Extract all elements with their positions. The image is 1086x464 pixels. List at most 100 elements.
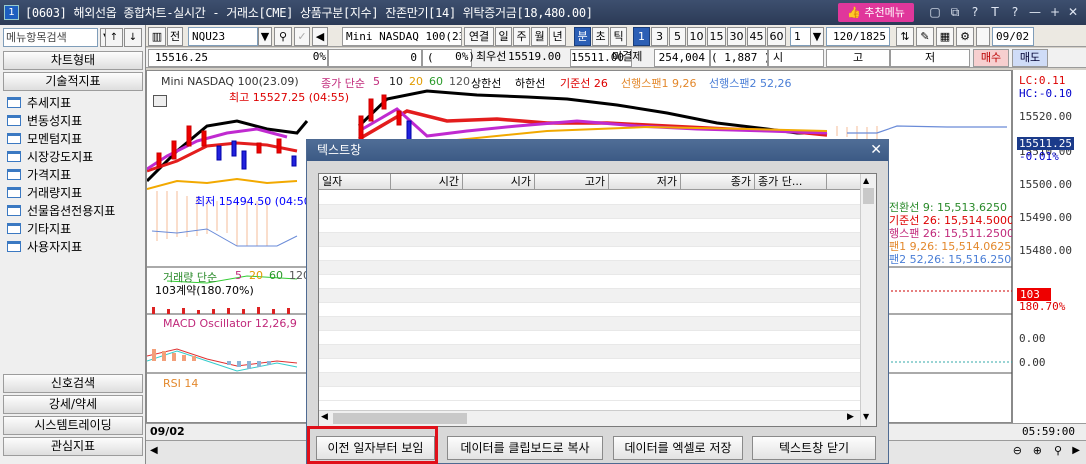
col-high[interactable]: 고가	[535, 174, 609, 190]
help-icon[interactable]: ?	[968, 5, 982, 19]
zoom-icon[interactable]: ⚲	[1054, 444, 1062, 457]
interval-60-button[interactable]: 60	[767, 27, 786, 46]
tree-item-futures[interactable]: 선물옵션전용지표	[7, 201, 115, 219]
scroll-down-icon[interactable]: ▼	[863, 412, 869, 421]
restore-icon[interactable]: ⧉	[948, 5, 962, 19]
interval-5-button[interactable]: 5	[669, 27, 686, 46]
col-low[interactable]: 저가	[609, 174, 681, 190]
table-icon[interactable]	[153, 95, 167, 107]
chart-form-header[interactable]: 차트형태	[3, 51, 143, 70]
col-close[interactable]: 종가	[681, 174, 755, 190]
period-minute-button[interactable]: 분	[574, 27, 591, 46]
interval-30-button[interactable]: 30	[727, 27, 746, 46]
interval-3-button[interactable]: 3	[651, 27, 668, 46]
search-up-button[interactable]: ↑	[105, 28, 123, 47]
maximize-icon[interactable]: +	[1048, 5, 1062, 19]
tree-item-momentum[interactable]: 모멘텀지표	[7, 129, 82, 147]
tech-indicator-header[interactable]: 기술적지표	[3, 72, 143, 91]
period-week-button[interactable]: 주	[513, 27, 530, 46]
scroll-thumb[interactable]	[863, 188, 874, 204]
minimize-icon[interactable]: —	[1028, 5, 1042, 19]
tree-item-user[interactable]: 사용자지표	[7, 237, 82, 255]
signal-search-header[interactable]: 신호검색	[3, 374, 143, 393]
scroll-left-icon[interactable]: ◀	[150, 445, 158, 456]
tree-item-trend[interactable]: 추세지표	[7, 93, 71, 111]
text-window-dialog: 텍스트창 ✕ 일자 시간 시가 고가 저가 종가 종가 단... ▲ ▼ ◀ ▶…	[306, 139, 889, 464]
unit-dropdown-icon[interactable]: ▼	[810, 27, 824, 46]
recommend-menu-button[interactable]: 👍 추천메뉴	[838, 3, 914, 22]
window-icon[interactable]: ▢	[928, 5, 942, 19]
hscroll-thumb[interactable]	[333, 413, 467, 424]
period-tick-button[interactable]: 틱	[610, 27, 627, 46]
draw-icon[interactable]: ✎	[916, 27, 934, 46]
hscroll-right-icon[interactable]: ▶	[847, 412, 854, 422]
col-date[interactable]: 일자	[319, 174, 391, 190]
system-trading-header[interactable]: 시스템트레이딩	[3, 416, 143, 435]
data-grid[interactable]: 일자 시간 시가 고가 저가 종가 종가 단... ▲ ▼ ◀ ▶	[318, 173, 877, 427]
date-input[interactable]: 09/02	[992, 27, 1034, 46]
ma-120: 120	[449, 75, 470, 88]
grid-icon[interactable]: ▦	[936, 27, 954, 46]
count-input[interactable]: 120/1825	[826, 27, 890, 46]
contracts-label: 103계약(180.70%)	[155, 284, 254, 297]
menu-search-input[interactable]: 메뉴항목검색	[3, 28, 98, 47]
period-link-button[interactable]: 연결	[464, 27, 494, 46]
period-second-button[interactable]: 초	[592, 27, 609, 46]
chart-icon[interactable]: ▥	[148, 27, 166, 46]
interval-45-button[interactable]: 45	[747, 27, 766, 46]
favorite-indicator-header[interactable]: 관심지표	[3, 437, 143, 456]
scale-15490: 15490.00	[1019, 211, 1072, 224]
toggle-icon[interactable]: ✓	[294, 27, 310, 46]
save-excel-button[interactable]: 데이터를 엑셀로 저장	[613, 436, 743, 460]
pin-icon[interactable]: ?	[1008, 5, 1022, 19]
current-price-tag: 15511.25	[1017, 137, 1074, 150]
dialog-close-icon[interactable]: ✕	[870, 140, 882, 161]
zoom-in-icon[interactable]: ⊕	[1033, 444, 1042, 457]
code-dropdown-icon[interactable]: ▼	[258, 27, 272, 46]
period-year-button[interactable]: 년	[549, 27, 566, 46]
tree-item-price[interactable]: 가격지표	[7, 165, 71, 183]
copy-clipboard-button[interactable]: 데이터를 클립보드로 복사	[447, 436, 603, 460]
settings-icon[interactable]: ⚙	[956, 27, 974, 46]
compare-icon[interactable]: ⇅	[896, 27, 914, 46]
scroll-up-icon[interactable]: ▲	[863, 176, 869, 185]
strength-header[interactable]: 강세/약세	[3, 395, 143, 414]
scale-15500: 15500.00	[1019, 178, 1072, 191]
text-icon[interactable]: T	[988, 5, 1002, 19]
zoom-out-icon[interactable]: ⊖	[1013, 444, 1022, 457]
period-day-button[interactable]: 일	[495, 27, 512, 46]
date-checkbox[interactable]	[976, 27, 990, 46]
search-down-button[interactable]: ↓	[124, 28, 142, 47]
tree-item-volume[interactable]: 거래량지표	[7, 183, 82, 201]
close-text-window-button[interactable]: 텍스트창 닫기	[752, 436, 876, 460]
period-month-button[interactable]: 월	[531, 27, 548, 46]
hscroll-left-icon[interactable]: ◀	[321, 412, 328, 422]
axis-date: 09/02	[150, 425, 185, 438]
interval-10-button[interactable]: 10	[687, 27, 706, 46]
tree-item-volatility[interactable]: 변동성지표	[7, 111, 82, 129]
sound-icon[interactable]: ◀	[312, 27, 328, 46]
interval-1-button[interactable]: 1	[633, 27, 650, 46]
folder-icon	[7, 168, 21, 180]
code-input[interactable]: NQU23	[188, 27, 258, 46]
grid-vscroll[interactable]: ▲ ▼	[860, 174, 876, 426]
dialog-title: 텍스트창 ✕	[307, 140, 888, 161]
tree-item-etc[interactable]: 기타지표	[7, 219, 71, 237]
sell-button[interactable]: 매도	[1012, 49, 1048, 67]
grid-hscroll[interactable]: ◀ ▶	[319, 410, 860, 426]
all-button[interactable]: 전	[167, 27, 183, 46]
window-number: 1	[4, 5, 19, 20]
close-icon[interactable]: ✕	[1066, 5, 1080, 19]
search-icon[interactable]: ⚲	[274, 27, 292, 46]
unsettled-change: ( 1,887 )	[710, 49, 768, 67]
current-pct: -0.01%	[1019, 150, 1059, 163]
col-close-ma[interactable]: 종가 단...	[755, 174, 827, 190]
buy-button[interactable]: 매수	[973, 49, 1009, 67]
interval-15-button[interactable]: 15	[707, 27, 726, 46]
volume-pct: 0%)	[455, 50, 475, 63]
col-time[interactable]: 시간	[391, 174, 463, 190]
chart-title: Mini NASDAQ 100(23.09)	[161, 75, 299, 88]
col-open[interactable]: 시가	[463, 174, 535, 190]
tree-item-strength[interactable]: 시장강도지표	[7, 147, 93, 165]
scroll-right-icon[interactable]: ▶	[1072, 445, 1080, 456]
